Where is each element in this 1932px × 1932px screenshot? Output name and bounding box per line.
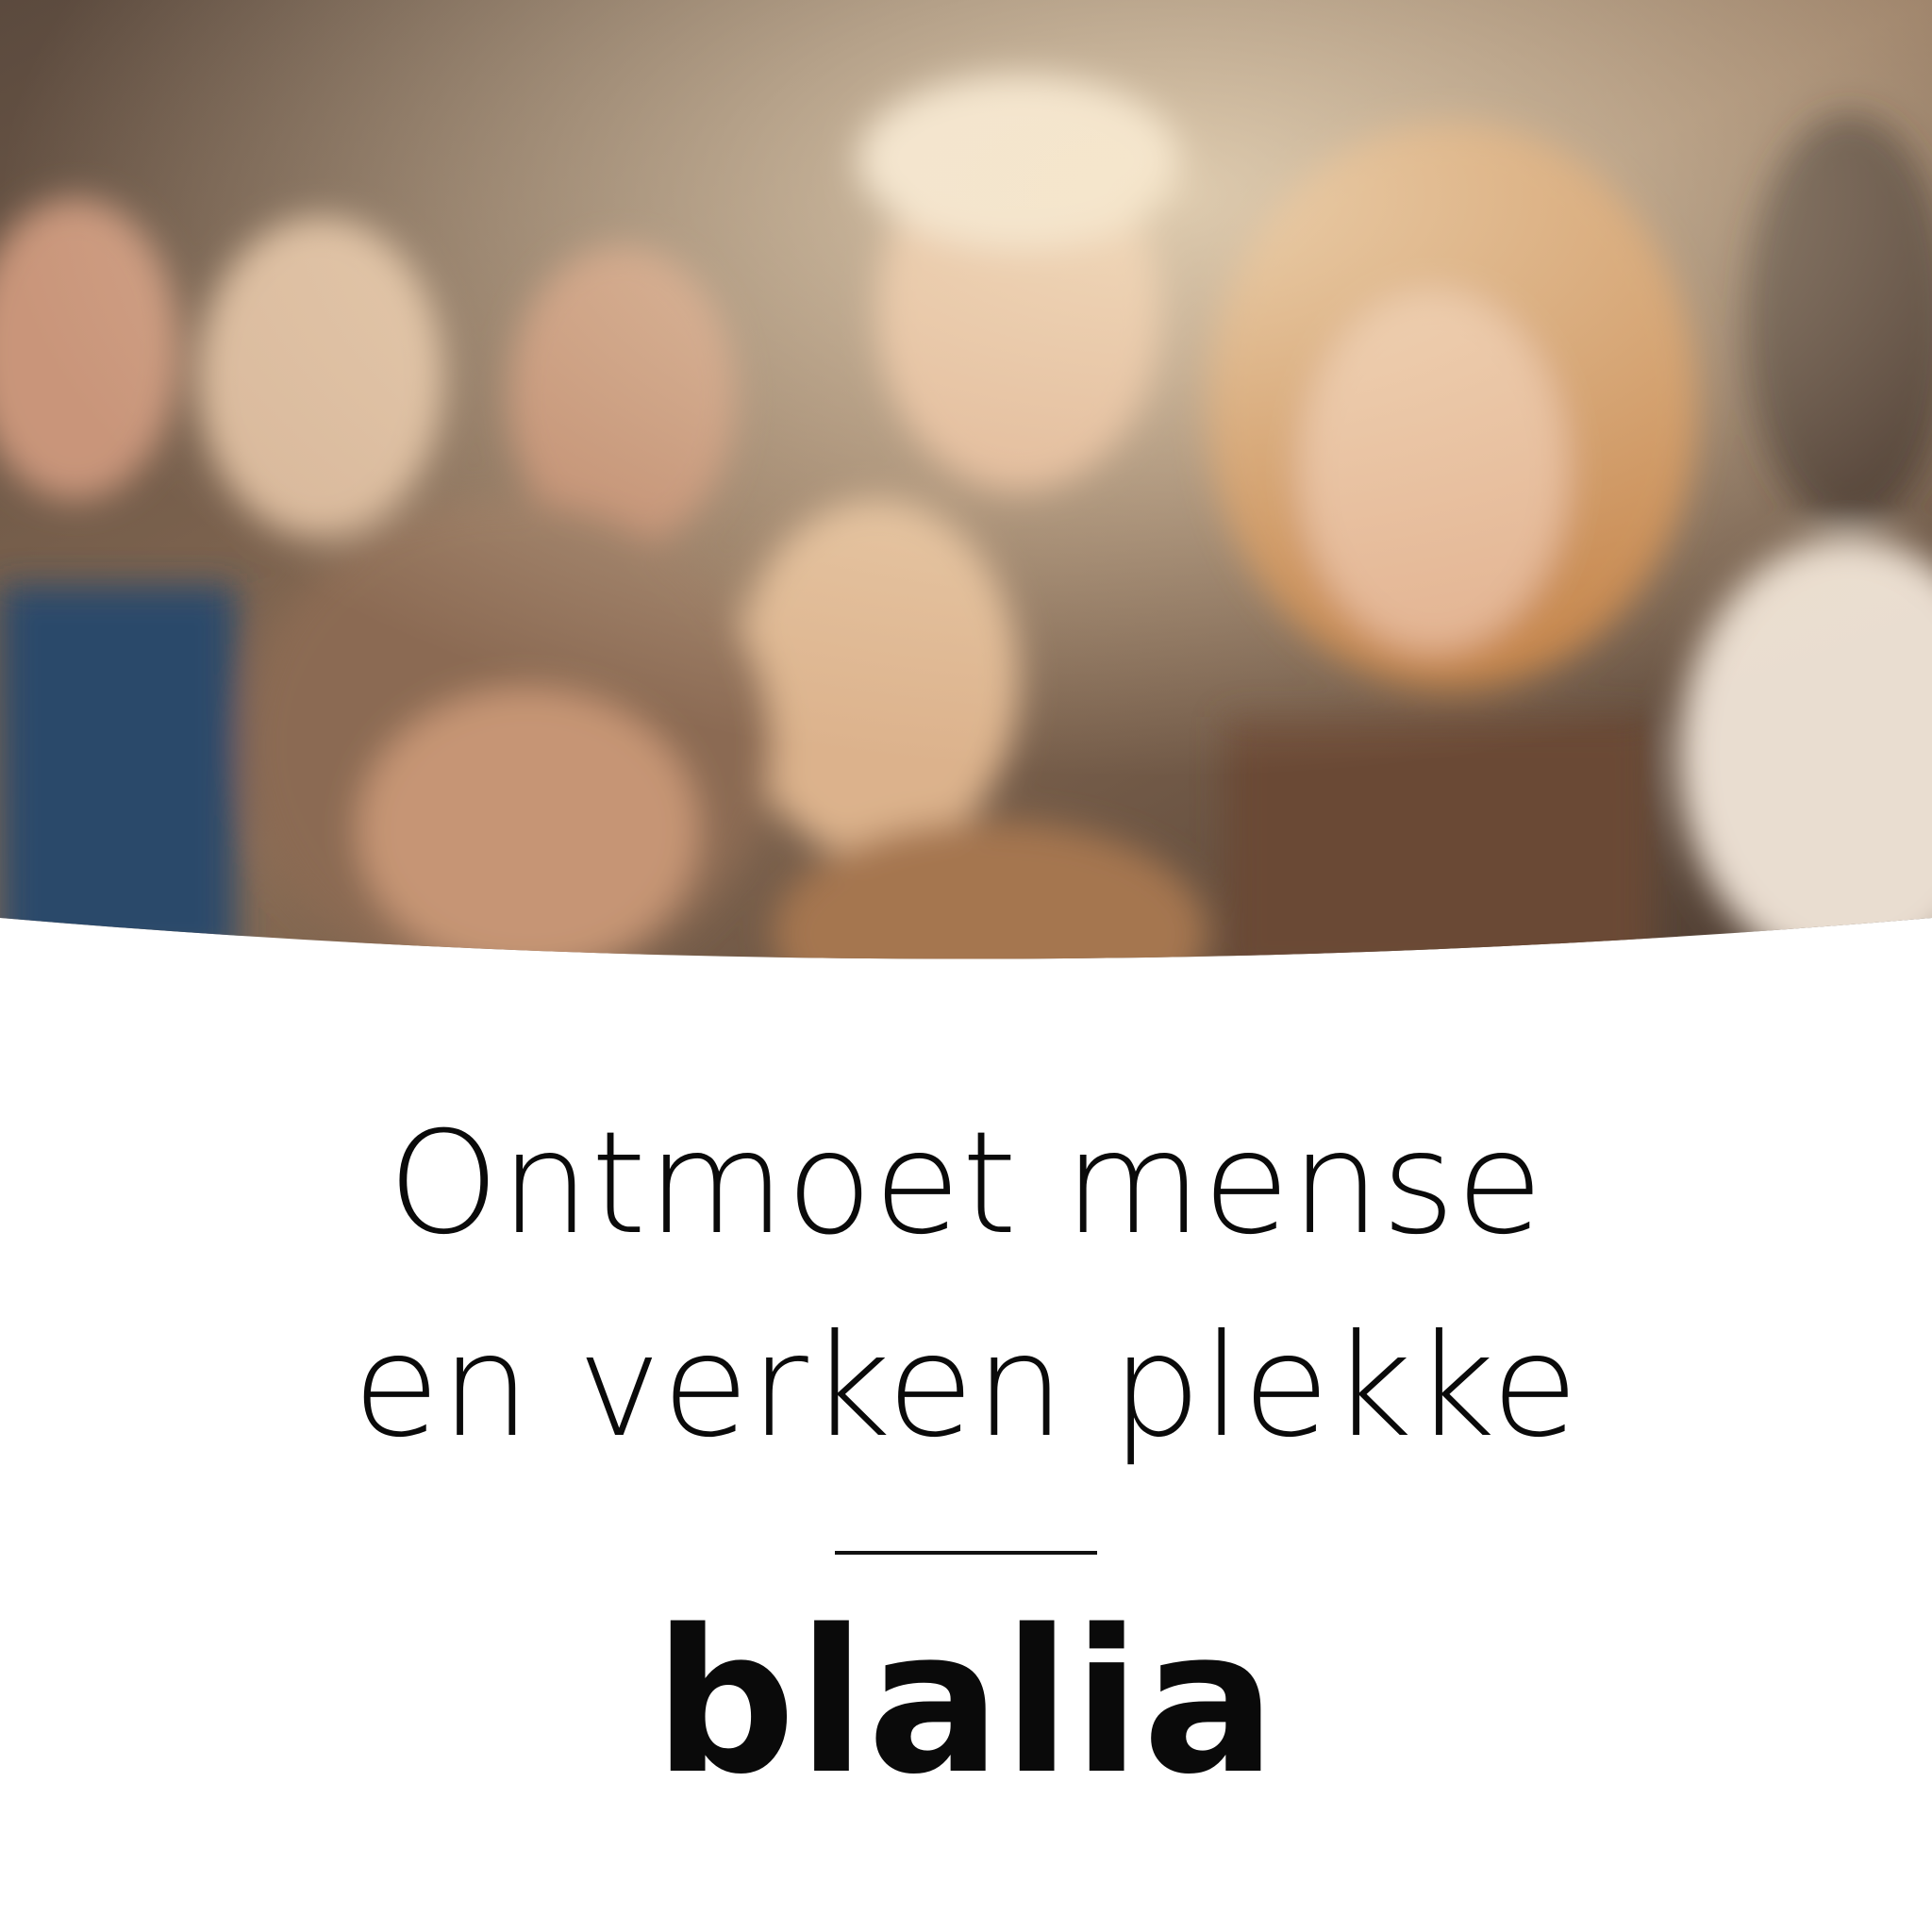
headline-line-1: Ontmoet mense	[388, 1102, 1544, 1266]
headline-line-2: en verken plekke	[352, 1305, 1580, 1469]
divider	[835, 1551, 1097, 1555]
brand-logo: blalia	[654, 1587, 1278, 1818]
crowd-photo	[0, 0, 1932, 959]
